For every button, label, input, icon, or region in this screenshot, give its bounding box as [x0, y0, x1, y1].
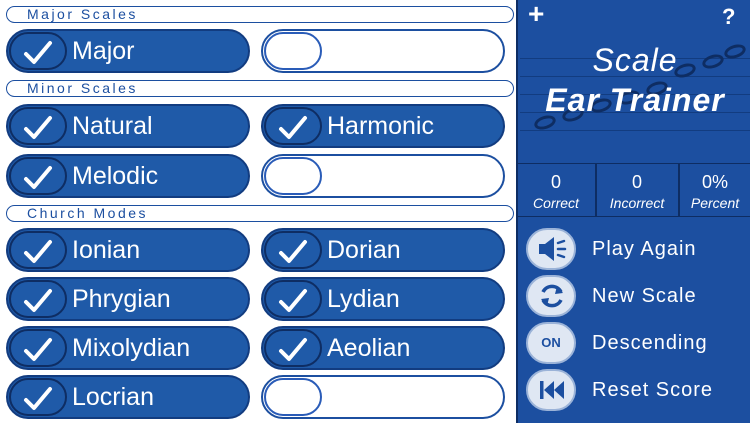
reset-score-button[interactable]: Reset Score — [526, 369, 748, 413]
toggle-ionian[interactable]: Ionian — [6, 228, 250, 272]
new-scale-button[interactable]: New Scale — [526, 275, 748, 319]
toggle-label: Mixolydian — [72, 334, 191, 362]
rewind-icon — [540, 381, 564, 399]
toggle-label: Locrian — [72, 383, 154, 411]
checkmark-knob — [9, 378, 67, 416]
reset-score-label: Reset Score — [592, 379, 714, 401]
add-button[interactable]: + — [528, 0, 544, 30]
percent-label: Percent — [690, 195, 740, 211]
toggle-label: Major — [72, 37, 135, 65]
new-scale-label: New Scale — [592, 285, 697, 307]
toggle-melodic[interactable]: Melodic — [6, 154, 250, 198]
check-icon — [24, 240, 52, 263]
score-stats: 0 Correct 0 Incorrect 0% Percent — [518, 163, 750, 217]
section-header-minor: Minor Scales — [6, 80, 514, 97]
check-icon — [279, 240, 307, 263]
checkmark-knob — [264, 280, 322, 318]
toggle-aeolian[interactable]: Aeolian — [261, 326, 505, 370]
scale-selection-panel: Major Scales Major Minor Scales Natural … — [0, 0, 516, 423]
toggle-major[interactable]: Major — [6, 29, 250, 73]
toggle-label: Harmonic — [327, 112, 434, 140]
incorrect-label: Incorrect — [609, 195, 665, 211]
empty-knob — [264, 32, 322, 70]
stat-incorrect: 0 Incorrect — [597, 164, 677, 216]
app-title-line2: Ear Trainer — [545, 82, 725, 118]
empty-slot — [261, 29, 505, 73]
toggle-label: Lydian — [327, 285, 400, 313]
refresh-icon-button[interactable] — [526, 275, 576, 317]
checkmark-knob — [9, 157, 67, 195]
staff-line — [520, 130, 750, 131]
empty-slot — [261, 154, 505, 198]
section-title-minor: Minor Scales — [27, 80, 138, 96]
section-header-church: Church Modes — [6, 205, 514, 222]
toggle-mixolydian[interactable]: Mixolydian — [6, 326, 250, 370]
checkmark-knob — [9, 32, 67, 70]
check-icon — [24, 116, 52, 139]
section-title-church: Church Modes — [27, 205, 149, 221]
checkmark-knob — [9, 280, 67, 318]
descending-label: Descending — [592, 332, 708, 354]
check-icon — [279, 338, 307, 361]
toggle-dorian[interactable]: Dorian — [261, 228, 505, 272]
refresh-icon — [541, 284, 563, 308]
checkmark-knob — [264, 329, 322, 367]
stat-correct: 0 Correct — [518, 164, 594, 216]
descending-toggle[interactable]: ON Descending — [526, 322, 748, 366]
section-header-major: Major Scales — [6, 6, 514, 23]
check-icon — [24, 166, 52, 189]
help-button[interactable]: ? — [722, 4, 735, 30]
control-panel: + ? Scale Ear Trainer 0 Correct 0 Incorr… — [516, 0, 750, 423]
checkmark-knob — [9, 231, 67, 269]
percent-value: 0% — [701, 172, 728, 192]
empty-slot — [261, 375, 505, 419]
checkmark-knob — [9, 107, 67, 145]
toggle-phrygian[interactable]: Phrygian — [6, 277, 250, 321]
rewind-icon-button[interactable] — [526, 369, 576, 411]
check-icon — [24, 387, 52, 410]
speaker-icon — [539, 237, 567, 261]
checkmark-knob — [264, 107, 322, 145]
toggle-state: ON — [541, 335, 561, 350]
toggle-label: Melodic — [72, 162, 159, 190]
incorrect-count: 0 — [631, 172, 642, 192]
app-title-line1: Scale — [592, 42, 678, 78]
check-icon — [24, 41, 52, 64]
checkmark-knob — [264, 231, 322, 269]
toggle-locrian[interactable]: Locrian — [6, 375, 250, 419]
toggle-natural[interactable]: Natural — [6, 104, 250, 148]
on-toggle-button[interactable]: ON — [526, 322, 576, 364]
check-icon — [24, 289, 52, 312]
toggle-label: Ionian — [72, 236, 141, 264]
correct-label: Correct — [533, 195, 579, 211]
check-icon — [279, 289, 307, 312]
toggle-harmonic[interactable]: Harmonic — [261, 104, 505, 148]
play-again-label: Play Again — [592, 238, 697, 260]
speaker-icon-button[interactable] — [526, 228, 576, 270]
app-logo: Scale Ear Trainer — [520, 30, 750, 160]
checkmark-knob — [9, 329, 67, 367]
correct-count: 0 — [550, 172, 561, 192]
section-title-major: Major Scales — [27, 6, 138, 22]
check-icon — [279, 116, 307, 139]
toggle-label: Natural — [72, 112, 153, 140]
toggle-label: Phrygian — [72, 285, 171, 313]
toggle-label: Aeolian — [327, 334, 411, 362]
toggle-lydian[interactable]: Lydian — [261, 277, 505, 321]
empty-knob — [264, 157, 322, 195]
check-icon — [24, 338, 52, 361]
toggle-label: Dorian — [327, 236, 401, 264]
stat-percent: 0% Percent — [680, 164, 750, 216]
play-again-button[interactable]: Play Again — [526, 228, 748, 272]
empty-knob — [264, 378, 322, 416]
